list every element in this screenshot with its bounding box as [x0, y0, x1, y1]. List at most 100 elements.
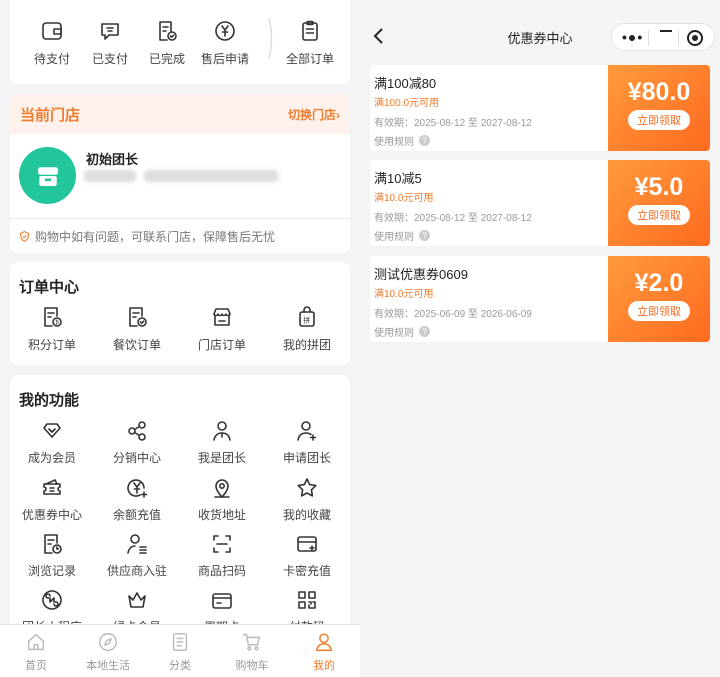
location-icon: [214, 479, 230, 498]
function-supplier-onboarding[interactable]: 供应商入驻: [97, 531, 177, 579]
coupon-card: 满100减80 满100.0元可用 有效期：2025-08-12 至 2027-…: [370, 65, 710, 151]
order-center-item-food[interactable]: 餐饮订单: [99, 304, 175, 353]
coupon-name: 满10减5: [374, 171, 422, 186]
claim-button[interactable]: 立即领取: [628, 110, 690, 130]
order-status-label: 全部订单: [285, 52, 334, 66]
coupon-rule-link[interactable]: 使用规则?: [374, 133, 430, 148]
current-store-card: 当前门店 切换门店› 初始团长 购物中如有问题，可联系门店，保障售后无忧: [10, 94, 350, 253]
claim-button[interactable]: 立即领取: [628, 301, 690, 321]
user-icon: [315, 633, 333, 651]
order-status-all-orders[interactable]: 全部订单: [277, 18, 343, 67]
coupon-card: 满10减5 满10.0元可用 有效期：2025-08-12 至 2027-08-…: [370, 160, 710, 246]
tab-category[interactable]: 分类: [144, 631, 216, 673]
coupon-amount: ¥2.0: [634, 269, 684, 297]
status-divider: [268, 18, 273, 58]
function-shipping-address[interactable]: 收货地址: [182, 475, 262, 523]
period-card-icon: [212, 593, 232, 609]
compass-icon: [99, 633, 117, 651]
tab-local-life[interactable]: 本地生活: [72, 631, 144, 673]
coupon-icon: [43, 479, 61, 495]
switch-store-link[interactable]: 切换门店›: [288, 106, 340, 123]
shield-icon: [20, 230, 29, 242]
function-balance-recharge[interactable]: 余额充值: [97, 475, 177, 523]
order-center-item-group-buy[interactable]: 拼 我的拼团: [269, 304, 345, 353]
miniapp-capsule: •●•: [611, 23, 715, 51]
coupon-validity: 有效期：2025-06-09 至 2026-06-09: [374, 309, 532, 320]
function-label: 我是团长: [197, 451, 246, 465]
function-label: 收货地址: [197, 508, 246, 522]
coupon-info: 满100减80 满100.0元可用 有效期：2025-08-12 至 2027-…: [374, 65, 610, 151]
order-status-card: 待支付 已支付 已完成 售后申请 全部订单: [10, 0, 350, 84]
function-my-favorites[interactable]: 我的收藏: [267, 475, 347, 523]
function-label: 我的收藏: [282, 508, 331, 522]
order-status-after-sales[interactable]: 售后申请: [192, 18, 258, 67]
tab-label: 购物车: [235, 660, 269, 672]
capsule-divider: [678, 30, 679, 46]
svg-text:₿: ₿: [55, 319, 59, 326]
function-become-member[interactable]: 成为会员: [12, 418, 92, 466]
order-status-label: 已完成: [148, 52, 185, 66]
function-i-am-leader[interactable]: 我是团长: [182, 418, 262, 466]
order-center-item-store[interactable]: 门店订单: [184, 304, 260, 353]
minimize-icon[interactable]: [660, 30, 672, 32]
function-label: 浏览记录: [27, 564, 76, 578]
function-label: 优惠券中心: [21, 508, 82, 522]
function-browse-history[interactable]: 浏览记录: [12, 531, 92, 579]
coupon-name: 满100减80: [374, 76, 437, 91]
coupon-rule-link[interactable]: 使用规则?: [374, 228, 430, 243]
yuan-coin-icon: [215, 21, 235, 41]
store-avatar: [19, 147, 76, 204]
tab-label: 首页: [25, 660, 47, 672]
store-phone-redacted: [84, 170, 136, 182]
order-status-label: 待支付: [33, 52, 70, 66]
order-status-label: 已支付: [91, 52, 128, 66]
coupon-amount: ¥80.0: [627, 78, 691, 106]
my-page: 待支付 已支付 已完成 售后申请 全部订单 当前门店 切换门店› 初始团长 购物…: [0, 0, 360, 677]
order-status-pending-payment[interactable]: 待支付: [19, 18, 85, 67]
more-icon[interactable]: •●•: [622, 30, 643, 44]
coupon-card: 测试优惠券0609 满10.0元可用 有效期：2025-06-09 至 2026…: [370, 256, 710, 342]
tab-mine[interactable]: 我的: [288, 631, 360, 673]
close-icon[interactable]: [687, 30, 703, 46]
food-order-icon: [129, 307, 147, 327]
store-header: 当前门店 切换门店›: [10, 94, 350, 134]
tab-cart[interactable]: 购物车: [216, 631, 288, 673]
function-label: 余额充值: [112, 508, 161, 522]
crown-icon: [128, 592, 146, 608]
storefront-icon: [37, 166, 58, 186]
function-distribution[interactable]: 分销中心: [97, 418, 177, 466]
tab-label: 本地生活: [86, 660, 130, 672]
order-center-title: 订单中心: [19, 279, 80, 296]
coupon-validity: 有效期：2025-08-12 至 2027-08-12: [374, 213, 532, 224]
coupon-rule-link[interactable]: 使用规则?: [374, 324, 430, 339]
nav-bar: 优惠券中心 •●•: [360, 0, 720, 60]
share-icon: [128, 421, 146, 441]
question-icon: ?: [419, 326, 430, 337]
function-coupon-center[interactable]: 优惠券中心: [12, 475, 92, 523]
supplier-icon: [127, 534, 147, 554]
claim-button[interactable]: 立即领取: [628, 205, 690, 225]
apply-leader-icon: [297, 421, 317, 441]
coupon-condition: 满10.0元可用: [374, 193, 434, 204]
store-notice: 购物中如有问题，可联系门店，保障售后无忧: [10, 218, 350, 253]
question-icon: ?: [419, 135, 430, 146]
svg-text:拼: 拼: [303, 316, 310, 325]
bottom-tab-bar: 首页 本地生活 分类 购物车 我的: [0, 624, 360, 677]
coupon-name: 测试优惠券0609: [374, 267, 468, 282]
function-card-recharge[interactable]: 卡密充值: [267, 531, 347, 579]
wallet-icon: [42, 22, 62, 40]
function-apply-leader[interactable]: 申请团长: [267, 418, 347, 466]
function-product-scan[interactable]: 商品扫码: [182, 531, 262, 579]
coupon-value-panel: ¥2.0 立即领取: [608, 256, 710, 342]
coupon-condition: 满10.0元可用: [374, 289, 434, 300]
order-center-item-points[interactable]: ₿ 积分订单: [14, 304, 90, 353]
store-info[interactable]: 初始团长: [10, 134, 350, 218]
order-status-label: 售后申请: [200, 52, 249, 66]
tab-home[interactable]: 首页: [0, 631, 72, 673]
coupon-info: 满10减5 满10.0元可用 有效期：2025-08-12 至 2027-08-…: [374, 160, 610, 246]
tab-label: 分类: [169, 660, 191, 672]
store-section-title: 当前门店: [20, 106, 81, 124]
function-label: 卡密充值: [282, 564, 331, 578]
order-status-completed[interactable]: 已完成: [134, 18, 200, 67]
diamond-icon: [43, 423, 61, 438]
